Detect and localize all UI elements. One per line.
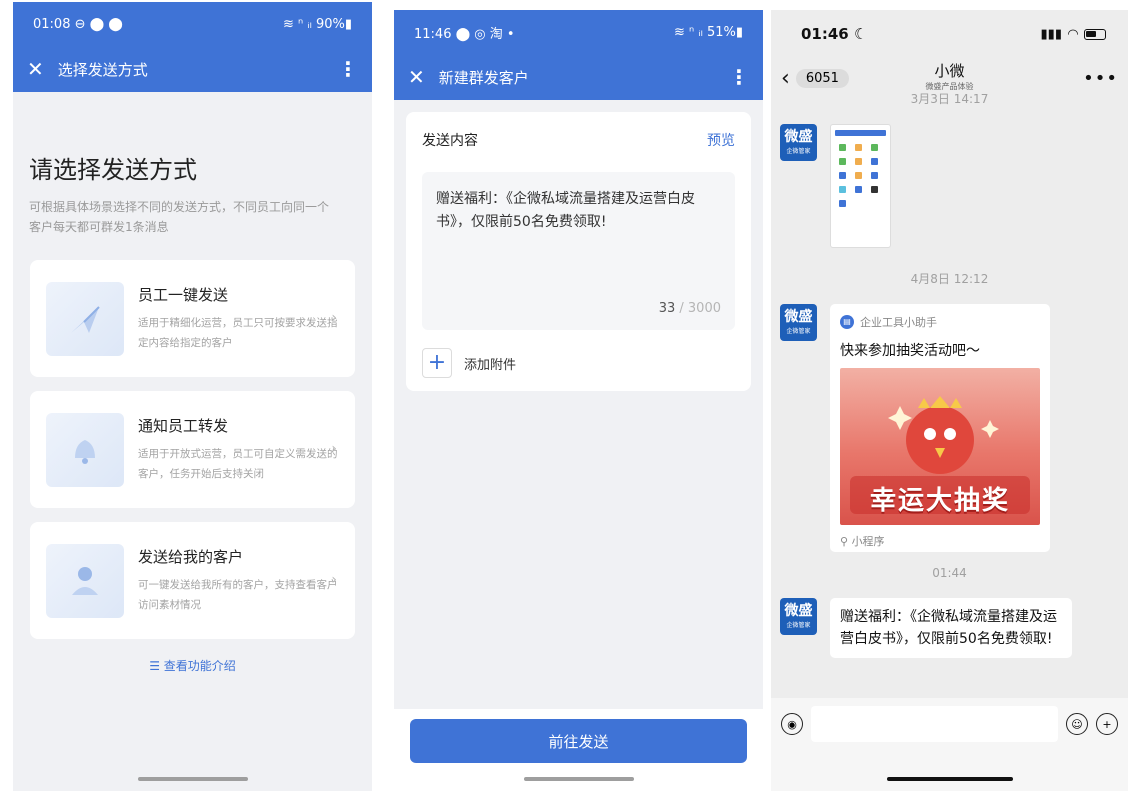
avatar-subtext: 企微管家: [786, 328, 811, 335]
content-label: 发送内容: [422, 133, 478, 149]
chevron-right-icon: ›: [331, 572, 337, 588]
chat-name: 小微: [934, 62, 965, 80]
preview-link[interactable]: 预览: [707, 130, 735, 150]
screen-new-broadcast: 11:46 ⬤ ◎ 淘 • ≋ ⁿ ᵢₗ 51%▮ ✕ 新建群发客户 ⋮ 发送内…: [394, 10, 763, 791]
option-title: 发送给我的客户: [138, 548, 244, 566]
chevron-right-icon: ›: [331, 441, 337, 457]
option-desc: 适用于精细化运营，员工只可按要求发送指定内容给指定的客户: [138, 317, 338, 349]
status-time: 11:46 ⬤ ◎ 淘 •: [414, 26, 515, 42]
message-input[interactable]: [811, 706, 1058, 742]
status-bar: 01:46 ☾ ▮▮▮ ◠: [771, 10, 1128, 58]
char-count: 33: [658, 301, 676, 316]
mini-program-icon: ⚲: [840, 535, 849, 548]
app-bar: ✕ 新建群发客户 ⋮: [394, 54, 763, 100]
timestamp: 3月3日 14:17: [910, 92, 989, 106]
app-bar: ✕ 选择发送方式 ⋮: [13, 46, 372, 92]
option-desc: 适用于开放式运营，员工可自定义需发送的客户，任务开始后支持关闭: [138, 448, 338, 480]
option-card-one-click-send[interactable]: 员工一键发送 适用于精细化运营，员工只可按要求发送指定内容给指定的客户 ›: [30, 260, 355, 377]
mini-program-label: 小程序: [851, 535, 885, 548]
option-card-send-my-customers[interactable]: 发送给我的客户 可一键发送给我所有的客户，支持查看客户访问素材情况 ›: [30, 522, 355, 639]
chat-area[interactable]: 3月3日 14:17 微盛 企微管家 4月8日 12:12 微盛 企微管家 ▤ …: [771, 92, 1128, 698]
add-attachment-button[interactable]: + 添加附件: [422, 348, 735, 378]
mini-program-footer: ⚲ 小程序: [840, 533, 1040, 549]
char-max: / 3000: [675, 301, 721, 316]
avatar[interactable]: 微盛 企微管家: [780, 124, 817, 161]
message-textarea[interactable]: 赠送福利：《企微私域流量搭建及运营白皮书》，仅限前50名免费领取! 33 / 3…: [422, 172, 735, 330]
status-indicators: ▮▮▮ ◠: [1041, 27, 1106, 42]
feature-intro-link[interactable]: ☰ 查看功能介绍: [13, 657, 372, 674]
voice-icon[interactable]: ◉: [781, 713, 803, 735]
plus-icon[interactable]: +: [1096, 713, 1118, 735]
close-icon[interactable]: ✕: [27, 57, 44, 81]
home-indicator: [886, 777, 1013, 781]
avatar[interactable]: 微盛 企微管家: [780, 598, 817, 635]
signal-icon: ▮▮▮: [1040, 26, 1062, 42]
avatar[interactable]: 微盛 企微管家: [780, 304, 817, 341]
banner-text: 幸运大抽奖: [869, 486, 1010, 516]
status-time: 01:08 ⊖ ⬤ ⬤: [33, 16, 123, 32]
home-indicator: [137, 777, 248, 781]
bottom-bar: 前往发送: [394, 709, 763, 791]
moon-icon: ☾: [853, 25, 868, 43]
input-bar: ◉ ☺ +: [771, 698, 1128, 791]
more-icon[interactable]: ⋮: [338, 57, 358, 81]
bell-icon: [46, 412, 124, 487]
emoji-icon[interactable]: ☺: [1066, 713, 1088, 735]
tool-icon: ▤: [840, 315, 854, 329]
timestamp: 4月8日 12:12: [910, 272, 989, 286]
plus-icon: +: [422, 348, 452, 378]
option-desc: 可一键发送给我所有的客户，支持查看客户访问素材情况: [138, 579, 338, 611]
time-text: 01:46: [801, 25, 849, 43]
more-icon[interactable]: ⋮: [729, 65, 749, 89]
wifi-icon: ◠: [1068, 26, 1078, 42]
avatar-subtext: 企微管家: [786, 622, 811, 629]
screenshot-image-message[interactable]: [830, 124, 891, 248]
description: 可根据具体场景选择不同的发送方式，不同员工向同一个客户每天都可群发1条消息: [29, 200, 330, 234]
mini-program-title: 快来参加抽奖活动吧～: [840, 343, 980, 359]
avatar-text: 微盛: [784, 309, 813, 325]
close-icon[interactable]: ✕: [408, 65, 425, 89]
add-attachment-label: 添加附件: [464, 357, 517, 373]
option-title: 员工一键发送: [138, 286, 229, 304]
heading: 请选择发送方式: [29, 156, 197, 184]
page-title: 选择发送方式: [57, 60, 148, 79]
go-send-button[interactable]: 前往发送: [410, 719, 747, 763]
timestamp: 01:44: [932, 566, 967, 580]
status-time: 01:46 ☾: [801, 25, 867, 43]
chat-title: 小微 微盛产品体验: [771, 60, 1128, 92]
home-indicator: [523, 777, 634, 781]
avatar-text: 微盛: [784, 603, 813, 619]
send-arrow-icon: [46, 281, 124, 356]
user-icon: [46, 543, 124, 618]
lottery-banner-image: 幸运大抽奖: [840, 368, 1040, 525]
chevron-right-icon: ›: [331, 310, 337, 326]
battery-icon: [1084, 28, 1106, 40]
page-title: 新建群发客户: [438, 68, 529, 87]
status-bar: 11:46 ⬤ ◎ 淘 • ≋ ⁿ ᵢₗ 51%▮: [394, 10, 763, 54]
option-title: 通知员工转发: [138, 417, 229, 435]
avatar-text: 微盛: [784, 129, 813, 145]
message-text: 赠送福利：《企微私域流量搭建及运营白皮书》，仅限前50名免费领取!: [436, 191, 695, 230]
source-name: 企业工具小助手: [860, 316, 937, 329]
mini-program-source: ▤ 企业工具小助手: [840, 314, 1040, 330]
text-message-bubble[interactable]: 赠送福利：《企微私域流量搭建及运营白皮书》，仅限前50名免费领取!: [830, 598, 1072, 658]
screen-select-send-method: 01:08 ⊖ ⬤ ⬤ ≋ ⁿ ᵢₗ 90%▮ ✕ 选择发送方式 ⋮ 请选择发送…: [13, 2, 372, 791]
status-indicators: ≋ ⁿ ᵢₗ 90%▮: [283, 16, 352, 32]
char-counter: 33 / 3000: [659, 301, 721, 316]
screen-wechat-chat: 01:46 ☾ ▮▮▮ ◠ ‹ 6051 小微 微盛产品体验 ••• 3月3日 …: [771, 10, 1128, 791]
avatar-subtext: 企微管家: [786, 148, 811, 155]
status-indicators: ≋ ⁿ ᵢₗ 51%▮: [674, 24, 743, 40]
status-bar: 01:08 ⊖ ⬤ ⬤ ≋ ⁿ ᵢₗ 90%▮: [13, 2, 372, 46]
mini-program-card[interactable]: ▤ 企业工具小助手 快来参加抽奖活动吧～ 幸运大抽奖 ⚲ 小程序: [830, 304, 1050, 552]
option-card-notify-forward[interactable]: 通知员工转发 适用于开放式运营，员工可自定义需发送的客户，任务开始后支持关闭 ›: [30, 391, 355, 508]
content-card: 发送内容 预览 赠送福利：《企微私域流量搭建及运营白皮书》，仅限前50名免费领取…: [406, 112, 751, 391]
